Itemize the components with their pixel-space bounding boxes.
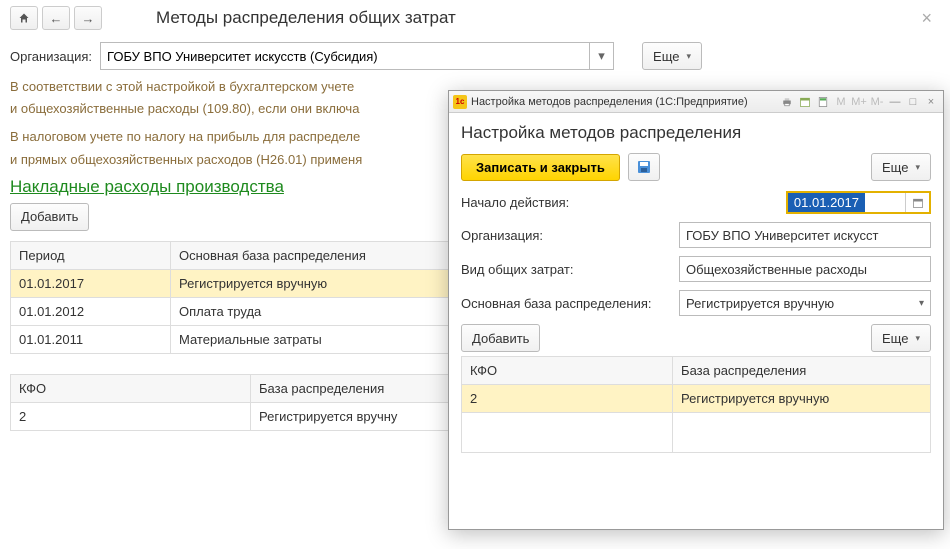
m-icon[interactable]: M xyxy=(833,94,849,110)
cost-type-input[interactable]: Общехозяйственные расходы xyxy=(679,256,931,282)
home-button[interactable] xyxy=(10,6,38,30)
settings-modal: 1c Настройка методов распределения (1С:П… xyxy=(448,90,944,530)
cost-type-label: Вид общих затрат: xyxy=(461,262,671,277)
more-button-header[interactable]: Еще xyxy=(642,42,702,70)
modal-org-label: Организация: xyxy=(461,228,671,243)
modal-add-button[interactable]: Добавить xyxy=(461,324,540,352)
org-input[interactable] xyxy=(100,42,590,70)
modal-kfo-table: КФО База распределения 2 Регистрируется … xyxy=(461,356,931,453)
close-icon[interactable]: × xyxy=(913,8,940,29)
calendar-picker-icon[interactable] xyxy=(905,193,929,212)
modal-titlebar[interactable]: 1c Настройка методов распределения (1С:П… xyxy=(449,91,943,113)
modal-org-input[interactable]: ГОБУ ВПО Университет искусст xyxy=(679,222,931,248)
col-period: Период xyxy=(11,241,171,269)
modal-table-more-button[interactable]: Еще xyxy=(871,324,931,352)
start-date-label: Начало действия: xyxy=(461,195,671,210)
modal-title: Настройка методов распределения (1С:Пред… xyxy=(471,96,748,108)
calendar-icon[interactable] xyxy=(797,94,813,110)
modal-col-base: База распределения xyxy=(673,357,931,385)
org-label: Организация: xyxy=(10,49,92,64)
save-close-button[interactable]: Записать и закрыть xyxy=(461,154,620,181)
table-row[interactable]: 2 Регистрируется вручную xyxy=(462,385,931,413)
mplus-icon[interactable]: M+ xyxy=(851,94,867,110)
chevron-down-icon[interactable]: ▾ xyxy=(919,298,924,309)
base-label: Основная база распределения: xyxy=(461,296,671,311)
maximize-icon[interactable]: □ xyxy=(905,94,921,110)
mminus-icon[interactable]: M- xyxy=(869,94,885,110)
modal-more-button[interactable]: Еще xyxy=(871,153,931,181)
col-kfo: КФО xyxy=(11,374,251,402)
org-dropdown-icon[interactable]: ▾ xyxy=(590,42,614,70)
calc-icon[interactable] xyxy=(815,94,831,110)
start-date-input[interactable]: 01.01.2017 xyxy=(786,191,931,214)
modal-heading: Настройка методов распределения xyxy=(461,123,931,143)
page-title: Методы распределения общих затрат xyxy=(156,8,456,28)
logo-1c-icon: 1c xyxy=(453,95,467,109)
base-input[interactable]: Регистрируется вручную ▾ xyxy=(679,290,931,316)
modal-col-kfo: КФО xyxy=(462,357,673,385)
back-button[interactable]: ← xyxy=(42,6,70,30)
forward-button[interactable]: → xyxy=(74,6,102,30)
minimize-icon[interactable]: — xyxy=(887,94,903,110)
modal-close-icon[interactable]: × xyxy=(923,94,939,110)
save-button[interactable] xyxy=(628,153,660,181)
print-icon[interactable] xyxy=(779,94,795,110)
add-button[interactable]: Добавить xyxy=(10,203,89,231)
